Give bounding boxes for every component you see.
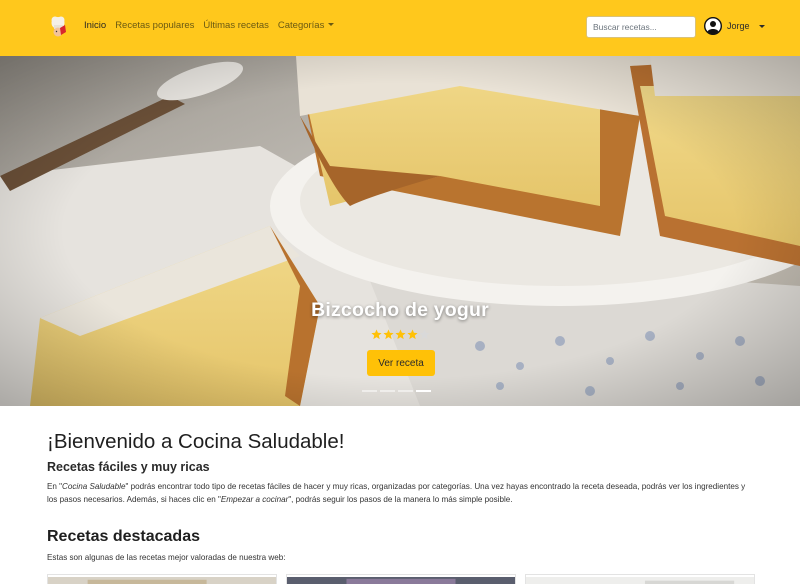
star-filled-icon bbox=[407, 329, 418, 340]
star-filled-icon bbox=[395, 329, 406, 340]
featured-cards bbox=[47, 574, 757, 584]
recipe-card-image bbox=[48, 577, 276, 584]
user-name: Jorge bbox=[727, 21, 750, 31]
nav-categorias-label: Categorías bbox=[277, 20, 325, 31]
star-empty-icon bbox=[419, 329, 430, 340]
chevron-down-icon bbox=[328, 23, 335, 26]
empezar-cocinar-emphasis: Empezar a cocinar bbox=[220, 495, 289, 504]
chef-logo-icon[interactable] bbox=[48, 14, 70, 38]
recipe-card[interactable] bbox=[525, 574, 755, 584]
site-name-emphasis: Cocina Saludable bbox=[62, 482, 126, 491]
carousel-indicator-1[interactable] bbox=[362, 390, 377, 392]
nav-inicio[interactable]: Inicio bbox=[84, 20, 106, 31]
featured-description: Estas son algunas de las recetas mejor v… bbox=[47, 553, 286, 562]
carousel-indicators bbox=[362, 390, 431, 392]
ver-receta-button[interactable]: Ver receta bbox=[367, 350, 435, 376]
nav-ultimas-recetas[interactable]: Últimas recetas bbox=[203, 20, 268, 31]
hero-carousel[interactable]: Bizcocho de yogur Ver receta bbox=[0, 56, 800, 406]
recipe-card[interactable] bbox=[47, 574, 277, 584]
nav-categorias-dropdown[interactable]: Categorías bbox=[277, 20, 335, 31]
user-menu[interactable]: Jorge bbox=[704, 17, 765, 35]
slide-title: Bizcocho de yogur bbox=[311, 299, 489, 321]
star-filled-icon bbox=[371, 329, 382, 340]
user-circle-icon bbox=[704, 17, 722, 35]
recipe-card-image bbox=[526, 577, 754, 584]
chevron-down-icon bbox=[758, 24, 765, 28]
recipe-card[interactable] bbox=[286, 574, 516, 584]
carousel-indicator-2[interactable] bbox=[380, 390, 395, 392]
welcome-text: En "Cocina Saludable" podrás encontrar t… bbox=[47, 480, 747, 506]
carousel-indicator-3[interactable] bbox=[398, 390, 413, 392]
welcome-text-part: En " bbox=[47, 482, 63, 491]
rating-stars bbox=[371, 329, 430, 340]
star-filled-icon bbox=[383, 329, 394, 340]
featured-title: Recetas destacadas bbox=[47, 528, 200, 545]
recipe-card-image bbox=[287, 577, 515, 584]
welcome-subtitle: Recetas fáciles y muy ricas bbox=[47, 460, 210, 474]
carousel-indicator-4[interactable] bbox=[416, 390, 431, 392]
welcome-text-part: ", podrás seguir los pasos de la manera … bbox=[288, 495, 513, 504]
search-input[interactable] bbox=[586, 16, 696, 38]
welcome-title: ¡Bienvenido a Cocina Saludable! bbox=[47, 430, 345, 453]
nav-recetas-populares[interactable]: Recetas populares bbox=[115, 20, 194, 31]
navbar: Inicio Recetas populares Últimas recetas… bbox=[0, 0, 800, 56]
